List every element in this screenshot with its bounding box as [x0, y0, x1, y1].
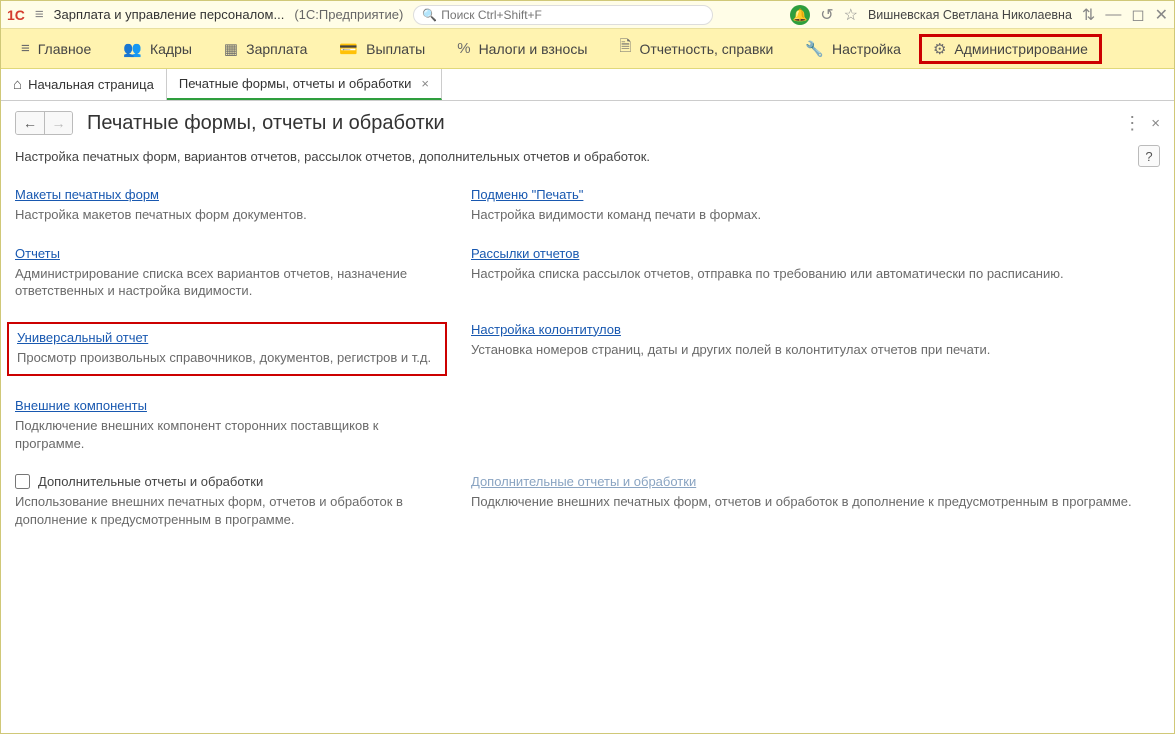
- block-rassylki: Рассылки отчетов Настройка списка рассыл…: [471, 246, 1160, 300]
- tab-print-forms[interactable]: Печатные формы, отчеты и обработки ×: [167, 69, 442, 100]
- page-title: Печатные формы, отчеты и обработки: [87, 112, 1109, 135]
- link-universal-report[interactable]: Универсальный отчет: [17, 330, 148, 345]
- desc-kolontituly: Установка номеров страниц, даты и других…: [471, 341, 1160, 359]
- desc-podmenu-pechat: Настройка видимости команд печати в форм…: [471, 206, 1160, 224]
- block-otchety: Отчеты Администрирование списка всех вар…: [15, 246, 445, 300]
- block-external-components: Внешние компоненты Подключение внешних к…: [15, 398, 445, 452]
- page-description-row: Настройка печатных форм, вариантов отчет…: [1, 139, 1174, 177]
- block-empty: [471, 398, 1160, 452]
- page-header: ← → Печатные формы, отчеты и обработки ⋮…: [1, 101, 1174, 139]
- user-name[interactable]: Вишневская Светлана Николаевна: [868, 8, 1072, 22]
- menu-kadry-icon: 👥: [123, 40, 142, 58]
- desc-makety: Настройка макетов печатных форм документ…: [15, 206, 445, 224]
- menu-zarplata-icon: ▦: [224, 40, 238, 58]
- titlebar: 1C ≡ Зарплата и управление персоналом...…: [1, 1, 1174, 29]
- favorites-icon[interactable]: ☆: [844, 5, 858, 25]
- close-window-icon[interactable]: ✕: [1155, 5, 1168, 25]
- minimize-icon[interactable]: —: [1105, 6, 1121, 24]
- block-kolontituly: Настройка колонтитулов Установка номеров…: [471, 322, 1160, 377]
- logo-1c: 1C: [7, 7, 25, 23]
- menu-main-label: Главное: [38, 41, 92, 57]
- page-close-icon[interactable]: ×: [1151, 115, 1160, 132]
- menu-admin-label: Администрирование: [954, 41, 1088, 57]
- page-menu-icon[interactable]: ⋮: [1123, 113, 1141, 134]
- menu-kadry[interactable]: 👥 Кадры: [109, 34, 206, 64]
- menu-admin[interactable]: ⚙ Администрирование: [919, 34, 1102, 64]
- menu-nastroyka[interactable]: 🔧 Настройка: [791, 34, 915, 64]
- home-icon: ⌂: [13, 76, 22, 93]
- menu-kadry-label: Кадры: [150, 41, 192, 57]
- nav-buttons: ← →: [15, 111, 73, 135]
- desc-additional-reports-toggle: Использование внешних печатных форм, отч…: [15, 493, 445, 528]
- menu-zarplata-label: Зарплата: [246, 41, 307, 57]
- link-additional-reports[interactable]: Дополнительные отчеты и обработки: [471, 474, 696, 489]
- menu-main[interactable]: ≡ Главное: [7, 34, 105, 63]
- page-description: Настройка печатных форм, вариантов отчет…: [15, 149, 650, 164]
- tab-home-label: Начальная страница: [28, 77, 154, 92]
- desc-external-components: Подключение внешних компонент сторонних …: [15, 417, 445, 452]
- tab-print-forms-label: Печатные формы, отчеты и обработки: [179, 76, 412, 91]
- menu-nastroyka-icon: 🔧: [805, 40, 824, 58]
- search-input[interactable]: [441, 8, 704, 22]
- menu-nalogi-label: Налоги и взносы: [479, 41, 588, 57]
- content-grid: Макеты печатных форм Настройка макетов п…: [1, 177, 1174, 538]
- link-rassylki[interactable]: Рассылки отчетов: [471, 246, 579, 261]
- help-button[interactable]: ?: [1138, 145, 1160, 167]
- menu-nalogi-icon: %: [457, 40, 470, 57]
- tab-home[interactable]: ⌂ Начальная страница: [1, 69, 167, 100]
- link-kolontituly[interactable]: Настройка колонтитулов: [471, 322, 621, 337]
- menu-nastroyka-label: Настройка: [832, 41, 901, 57]
- nav-forward-button[interactable]: →: [44, 112, 72, 134]
- menu-zarplata[interactable]: ▦ Зарплата: [210, 34, 322, 64]
- search-icon: 🔍: [422, 8, 437, 22]
- block-additional-reports-link: Дополнительные отчеты и обработки Подклю…: [471, 474, 1160, 528]
- menu-nalogi[interactable]: % Налоги и взносы: [443, 34, 601, 63]
- desc-otchety: Администрирование списка всех вариантов …: [15, 265, 445, 300]
- block-additional-reports-toggle: Дополнительные отчеты и обработки Исполь…: [15, 474, 445, 528]
- maximize-icon[interactable]: ◻: [1131, 5, 1144, 25]
- nav-back-button[interactable]: ←: [16, 112, 44, 134]
- desc-rassylki: Настройка списка рассылок отчетов, отпра…: [471, 265, 1160, 283]
- main-menu: ≡ Главное 👥 Кадры ▦ Зарплата 💳 Выплаты % Нало…: [1, 29, 1174, 69]
- app-subtitle: (1С:Предприятие): [294, 7, 403, 22]
- menu-vyplaty-icon: 💳: [339, 40, 358, 58]
- desc-universal-report: Просмотр произвольных справочников, доку…: [17, 349, 437, 367]
- app-title: Зарплата и управление персоналом...: [54, 7, 285, 22]
- desc-additional-reports-link: Подключение внешних печатных форм, отчет…: [471, 493, 1160, 511]
- notifications-icon[interactable]: 🔔: [790, 5, 810, 25]
- hamburger-icon[interactable]: ≡: [35, 6, 44, 23]
- menu-admin-icon: ⚙: [933, 40, 946, 58]
- tab-bar: ⌂ Начальная страница Печатные формы, отч…: [1, 69, 1174, 101]
- menu-main-icon: ≡: [21, 40, 30, 57]
- panel-settings-icon[interactable]: ⇅: [1082, 5, 1095, 25]
- link-makety[interactable]: Макеты печатных форм: [15, 187, 159, 202]
- checkbox-additional-reports[interactable]: [15, 474, 30, 489]
- menu-vyplaty[interactable]: 💳 Выплаты: [325, 34, 439, 64]
- link-podmenu-pechat[interactable]: Подменю "Печать": [471, 187, 583, 202]
- menu-vyplaty-label: Выплаты: [366, 41, 425, 57]
- link-otchety[interactable]: Отчеты: [15, 246, 60, 261]
- menu-otchetnost-icon: 🗎: [619, 36, 631, 61]
- history-icon[interactable]: ↺: [820, 5, 833, 25]
- checkbox-additional-reports-label: Дополнительные отчеты и обработки: [38, 474, 263, 489]
- block-makety: Макеты печатных форм Настройка макетов п…: [15, 187, 445, 224]
- block-podmenu-pechat: Подменю "Печать" Настройка видимости ком…: [471, 187, 1160, 224]
- menu-otchetnost-label: Отчетность, справки: [639, 41, 773, 57]
- search-box[interactable]: 🔍: [413, 5, 713, 25]
- menu-otchetnost[interactable]: 🗎 Отчетность, справки: [605, 30, 787, 67]
- block-universal-report: Универсальный отчет Просмотр произвольны…: [7, 322, 447, 377]
- link-external-components[interactable]: Внешние компоненты: [15, 398, 147, 413]
- tab-close-icon[interactable]: ×: [421, 76, 429, 91]
